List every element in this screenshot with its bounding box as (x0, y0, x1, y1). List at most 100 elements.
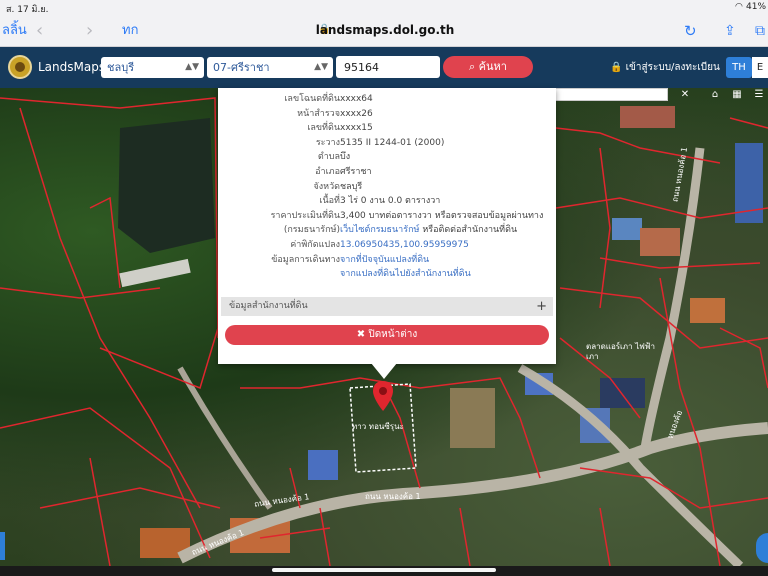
land-office-section-header[interactable]: ข้อมูลสำนักงานที่ดิน + (221, 297, 553, 316)
district-select-value: 07-ศรีราชา (213, 61, 270, 74)
info-row: ตำบล บึง (218, 150, 556, 164)
info-row-text: xxxx26 (340, 108, 373, 119)
info-row-label: ตำบล (317, 152, 340, 163)
info-row-label: อำเภอ (315, 167, 340, 177)
info-row-value: จากแปลงที่ดินไปยังสำนักงานที่ดิน (340, 267, 471, 281)
home-icon[interactable]: ⌂ (708, 89, 722, 101)
status-bar: ส. 17 มิ.ย. ◠ 41% (0, 0, 768, 16)
settings-icon[interactable]: ☰ (752, 89, 766, 101)
info-row-label: ระวาง (315, 137, 340, 148)
info-row-text: 5135 II 1244-01 (2000) (340, 137, 445, 148)
info-row-label: หน้าสำรวจ (297, 108, 340, 119)
home-indicator[interactable] (272, 568, 496, 572)
close-icon[interactable]: ✕ (678, 89, 692, 101)
info-row-label: ราคาประเมินที่ดิน (270, 210, 340, 221)
search-button[interactable]: ⌕ ค้นหา (443, 56, 533, 78)
info-row: ค่าพิกัดแปลง 13.06950435,100.95959975 (218, 238, 556, 252)
tab-overview-button[interactable]: ทก (122, 16, 138, 46)
browser-toolbar: ลลิ้น ‹ › ทก 🔒 landsmaps.dol.go.th ↻ ⇪ ⧉ (0, 16, 768, 47)
login-link[interactable]: 🔒 เข้าสู่ระบบ/ลงทะเบียน (610, 60, 720, 75)
close-window-label: ปิดหน้าต่าง (368, 329, 418, 340)
select-chevron-icon: ▲▼ (185, 62, 199, 72)
info-row-value: xxxx64 (340, 92, 373, 106)
info-row-link[interactable]: จากแปลงที่ดินไปยังสำนักงานที่ดิน (340, 269, 471, 279)
info-row-text: 3 ไร่ 0 งาน 0.0 ตารางวา (340, 196, 441, 207)
info-row: เลขที่ดิน xxxx15 (218, 121, 556, 135)
info-row: จากแปลงที่ดินไปยังสำนักงานที่ดิน (218, 267, 556, 281)
info-row-value: xxxx15 (340, 121, 373, 135)
info-row-text: หรือติดต่อสำนักงานที่ดิน (419, 225, 518, 236)
pin-label: ทาว ทอนซีรุนะ (352, 422, 404, 431)
app-header: LandsMaps ชลบุรี ▲▼ 07-ศรีราชา ▲▼ ⌕ ค้นห… (0, 47, 768, 88)
sidebar-button[interactable]: ลลิ้น (2, 16, 27, 46)
info-row: เลขโฉนดที่ดิน xxxx64 (218, 92, 556, 106)
expand-plus-icon[interactable]: + (536, 297, 547, 316)
reload-icon[interactable]: ↻ (684, 16, 697, 46)
info-row-value: ศรีราชา (340, 165, 372, 179)
search-button-label: ค้นหา (478, 60, 507, 73)
info-row-text: บึง (340, 152, 351, 163)
road (177, 366, 273, 510)
layers-icon[interactable]: ▦ (730, 89, 744, 101)
info-row: อำเภอ ศรีราชา (218, 165, 556, 179)
info-row-text: xxxx15 (340, 123, 373, 134)
info-row-label: เลขที่ดิน (307, 123, 340, 134)
info-row-value: xxxx26 (340, 107, 373, 121)
info-row-value: จากที่ปัจจุบันแปลงที่ดิน (340, 253, 429, 267)
info-row: จังหวัด ชลบุรี (218, 180, 556, 194)
info-row-label: ค่าพิกัดแปลง (290, 240, 340, 250)
info-row: (กรมธนารักษ์) เว็บไซต์กรมธนารักษ์ หรือติด… (218, 223, 556, 237)
location-pin-icon[interactable] (372, 380, 394, 412)
info-row: หน้าสำรวจ xxxx26 (218, 107, 556, 121)
close-window-button[interactable]: ✖ ปิดหน้าต่าง (225, 325, 549, 345)
info-row-value: ชลบุรี (340, 180, 362, 194)
left-panel-tab[interactable] (0, 532, 5, 560)
info-row-label: เนื้อที่ (319, 196, 340, 207)
section-title: ข้อมูลสำนักงานที่ดิน (229, 301, 308, 311)
poi-label: ตลาดแอร์เภา ไฟฟ้า เภา (586, 342, 655, 361)
info-row-label: เลขโฉนดที่ดิน (284, 94, 340, 104)
info-row: ระวาง 5135 II 1244-01 (2000) (218, 136, 556, 150)
tabs-icon[interactable]: ⧉ (755, 16, 765, 46)
floating-action-button[interactable] (756, 533, 768, 563)
info-row-value: 3 ไร่ 0 งาน 0.0 ตารางวา (340, 194, 440, 208)
brand-name: LandsMaps (38, 60, 106, 74)
select-chevron-icon: ▲▼ (314, 62, 328, 72)
bare-land (450, 388, 495, 448)
info-row-link[interactable]: 13.06950435,100.95959975 (340, 240, 469, 250)
building-roof (640, 228, 680, 256)
lang-en-button[interactable]: E (752, 57, 768, 78)
popup-pointer (371, 363, 397, 379)
info-row-label: ข้อมูลการเดินทาง (271, 254, 340, 265)
building-roof (119, 258, 191, 288)
parcel-info-popup: เลขโฉนดที่ดิน xxxx64 หน้าสำรวจ xxxx26 เลขที่… (218, 88, 556, 364)
dol-logo (8, 55, 32, 79)
district-select[interactable]: 07-ศรีราชา ▲▼ (207, 57, 333, 78)
info-row-link[interactable]: จากที่ปัจจุบันแปลงที่ดิน (340, 255, 429, 265)
info-row-value: 13.06950435,100.95959975 (340, 238, 469, 252)
building-roof (612, 218, 642, 240)
battery-level: 41% (746, 2, 767, 12)
building-roof (308, 450, 338, 480)
forward-icon[interactable]: › (86, 16, 93, 46)
search-icon: ⌕ (469, 60, 476, 73)
lock-icon: 🔒 (610, 62, 623, 73)
close-icon: ✖ (356, 329, 366, 340)
info-row-link[interactable]: เว็บไซต์กรมธนารักษ์ (340, 225, 419, 235)
building-roof (620, 106, 675, 128)
share-icon[interactable]: ⇪ (724, 16, 736, 46)
building-roof (690, 298, 725, 323)
road-label: ถนน หนองค้อ 1 (365, 492, 421, 501)
back-icon[interactable]: ‹ (36, 16, 43, 46)
url-bar[interactable]: landsmaps.dol.go.th (300, 23, 470, 37)
parcel-number-input[interactable] (336, 56, 440, 78)
info-row-value: 3,400 บาทต่อตารางวา หรือตรวจสอบข้อมูลผ่า… (340, 209, 543, 223)
province-select[interactable]: ชลบุรี ▲▼ (101, 57, 204, 78)
info-row-value: บึง (340, 150, 350, 164)
info-row: ราคาประเมินที่ดิน 3,400 บาทต่อตารางวา หรื… (218, 209, 556, 223)
info-row-text: ศรีราชา (340, 167, 372, 177)
info-row-label: จังหวัด (313, 181, 341, 192)
info-row-text: ชลบุรี (340, 181, 363, 192)
lang-th-button[interactable]: TH (726, 57, 752, 78)
wifi-icon: ◠ (735, 2, 743, 12)
